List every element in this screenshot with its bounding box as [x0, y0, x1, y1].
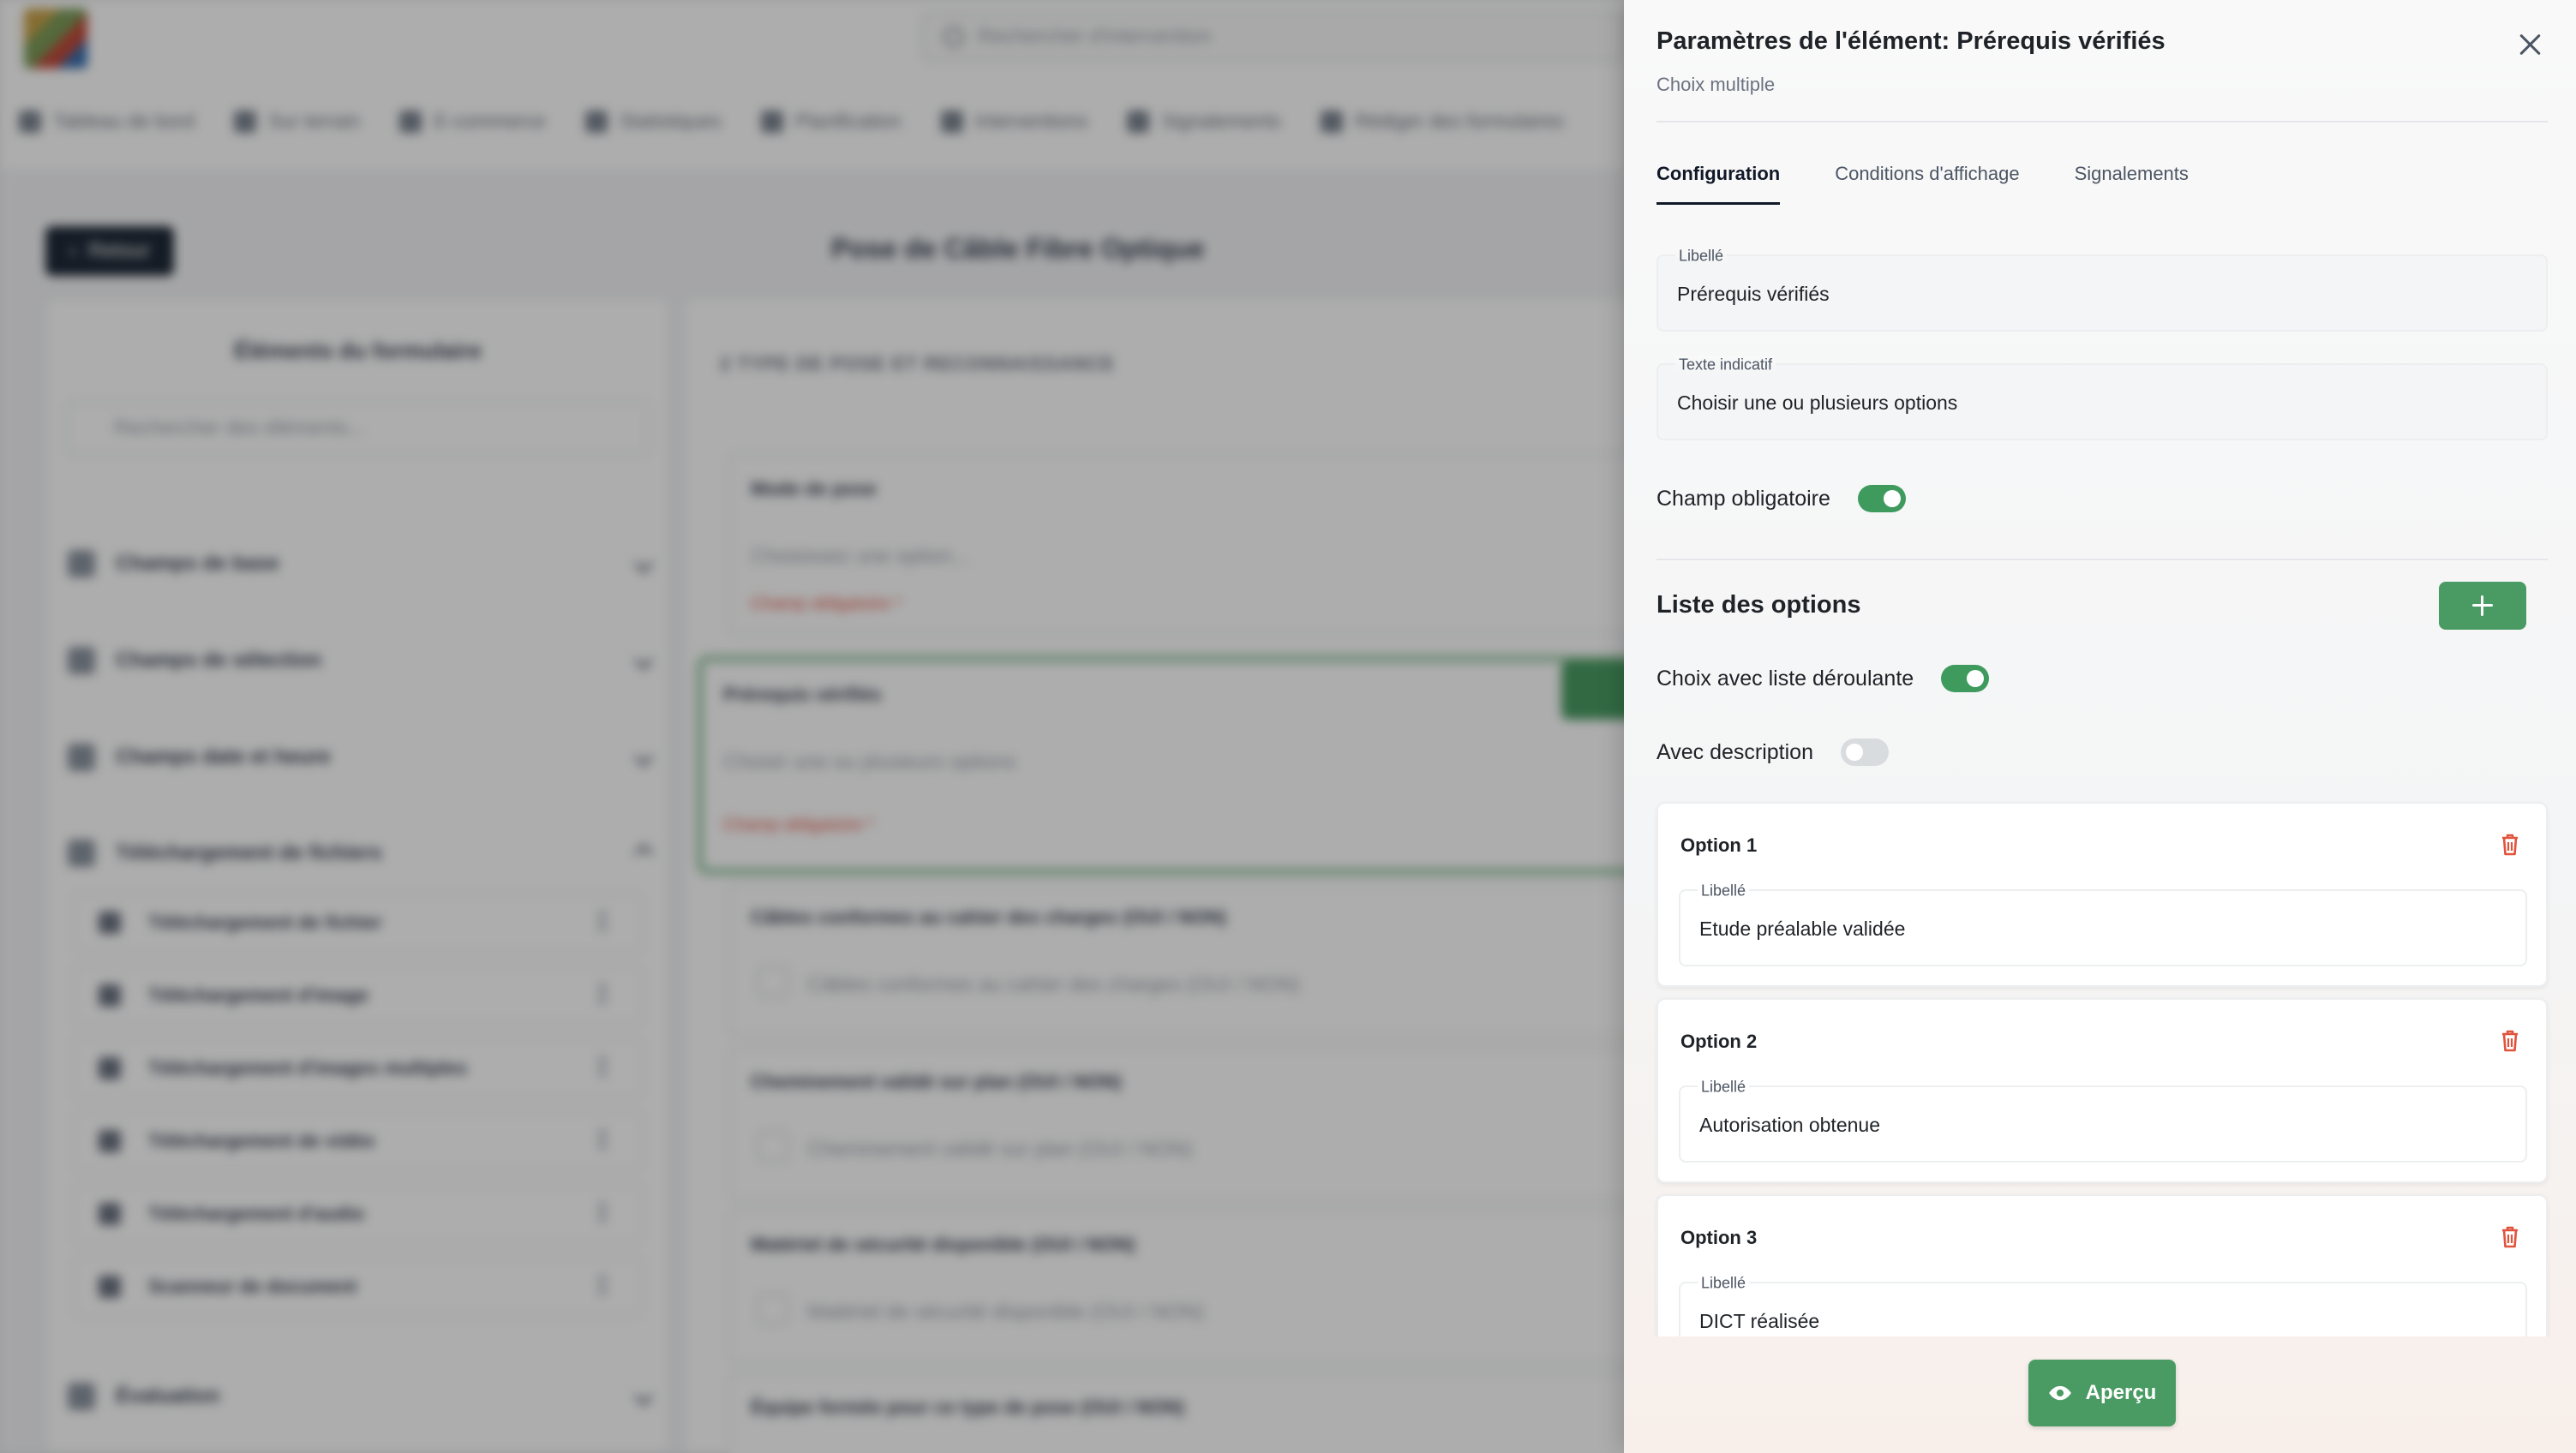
option-label-field[interactable]: Libellé DICT réalisée [1679, 1274, 2527, 1336]
option-label-field[interactable]: Libellé Etude préalable validée [1679, 882, 2527, 966]
drawer-title: Paramètres de l'élément: Prérequis vérif… [1656, 27, 2166, 55]
hint-text-field-label: Texte indicatif [1675, 356, 1776, 374]
tab-configuration[interactable]: Configuration [1656, 163, 1781, 205]
label-field[interactable]: Libellé Prérequis vérifiés [1656, 247, 2548, 332]
description-toggle-label: Avec description [1656, 739, 1813, 764]
dropdown-toggle-row: Choix avec liste déroulante [1656, 665, 1990, 692]
trash-icon[interactable] [2500, 833, 2520, 857]
hint-text-field[interactable]: Texte indicatif Choisir une ou plusieurs… [1656, 356, 2548, 440]
label-field-label: Libellé [1675, 247, 1728, 266]
dropdown-toggle-label: Choix avec liste déroulante [1656, 666, 1914, 691]
option-label-field-label: Libellé [1698, 882, 1750, 900]
required-toggle-label: Champ obligatoire [1656, 486, 1830, 511]
toggle-knob [1845, 744, 1863, 761]
drawer-subtitle: Choix multiple [1656, 74, 1776, 95]
modal-backdrop[interactable] [0, 0, 1624, 1453]
description-toggle-row: Avec description [1656, 738, 1889, 766]
tab-display-conditions[interactable]: Conditions d'affichage [1835, 163, 2019, 205]
option-title: Option 2 [1680, 1031, 1758, 1052]
element-settings-drawer: Paramètres de l'élément: Prérequis vérif… [1624, 0, 2576, 1453]
required-toggle[interactable] [1857, 485, 1906, 512]
label-field-value[interactable]: Prérequis vérifiés [1677, 283, 1830, 306]
toggle-knob [1883, 490, 1901, 507]
divider [1656, 121, 2548, 123]
description-toggle[interactable] [1840, 738, 1889, 766]
option-label-field[interactable]: Libellé Autorisation obtenue [1679, 1078, 2527, 1163]
option-label-field-label: Libellé [1698, 1078, 1750, 1097]
option-card: Option 3 Libellé DICT réalisée [1656, 1194, 2548, 1336]
preview-button[interactable]: Aperçu [2028, 1360, 2176, 1426]
eye-icon [2048, 1385, 2071, 1401]
tab-reports[interactable]: Signalements [2075, 163, 2189, 205]
hint-text-field-value[interactable]: Choisir une ou plusieurs options [1677, 392, 1957, 415]
add-option-button[interactable] [2439, 582, 2526, 630]
option-label-field-value[interactable]: DICT réalisée [1699, 1310, 1819, 1333]
option-label-field-value[interactable]: Autorisation obtenue [1699, 1114, 1880, 1137]
trash-icon[interactable] [2500, 1225, 2520, 1249]
option-label-field-value[interactable]: Etude préalable validée [1699, 918, 1905, 941]
option-card: Option 2 Libellé Autorisation obtenue [1656, 998, 2548, 1183]
close-icon[interactable] [2514, 29, 2545, 60]
option-title: Option 3 [1680, 1227, 1758, 1248]
option-label-field-label: Libellé [1698, 1274, 1750, 1293]
dropdown-toggle[interactable] [1941, 665, 1990, 692]
preview-button-label: Aperçu [2085, 1381, 2157, 1404]
option-title: Option 1 [1680, 834, 1758, 856]
settings-tabs: Configuration Conditions d'affichage Sig… [1656, 163, 2189, 205]
options-list[interactable]: Option 1 Libellé Etude préalable validée… [1624, 797, 2576, 1336]
trash-icon[interactable] [2500, 1029, 2520, 1053]
required-toggle-row: Champ obligatoire [1656, 485, 1906, 512]
toggle-knob [1967, 670, 1985, 687]
option-card: Option 1 Libellé Etude préalable validée [1656, 802, 2548, 987]
divider [1656, 559, 2548, 560]
options-section-title: Liste des options [1656, 591, 1861, 619]
